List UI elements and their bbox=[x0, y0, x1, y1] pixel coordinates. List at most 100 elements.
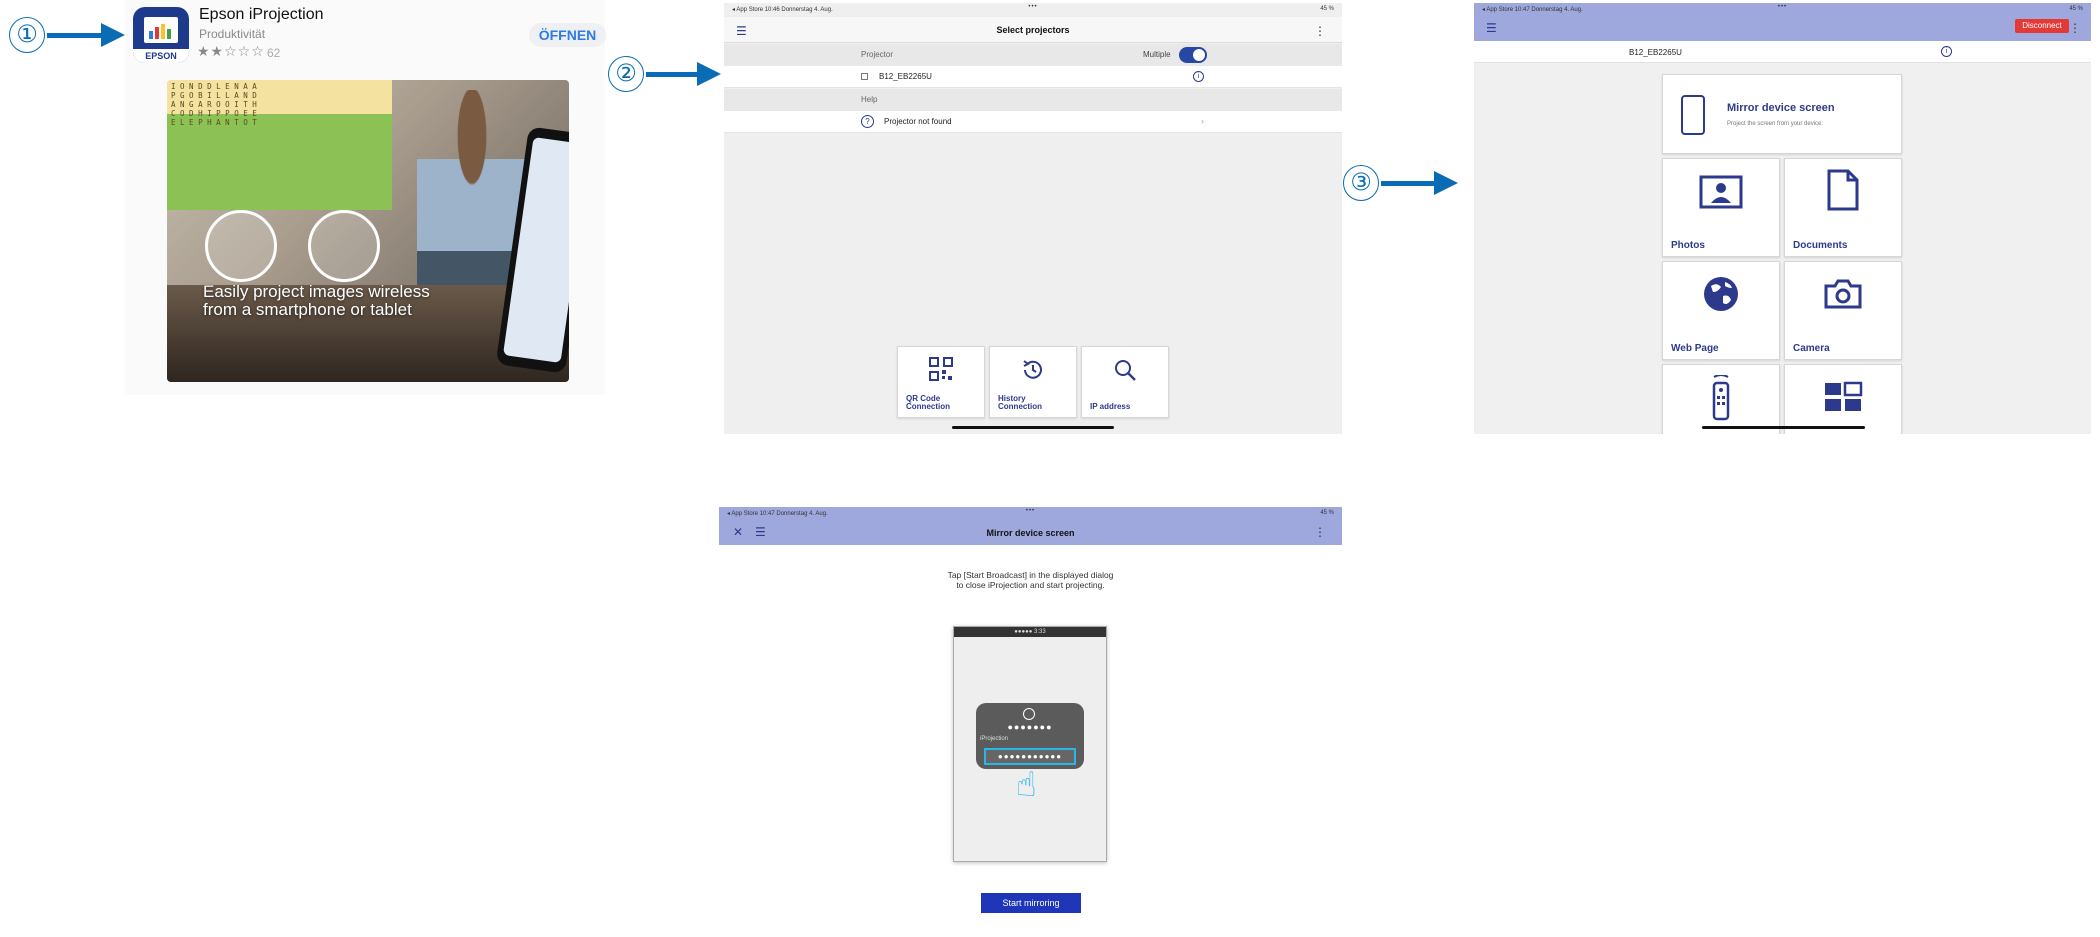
rating-stars: ★★☆☆☆ bbox=[197, 43, 265, 59]
history-icon bbox=[990, 357, 1076, 388]
dialog-title: ●●●●●●● bbox=[1007, 722, 1053, 732]
projector-row[interactable]: B12_EB2265U i bbox=[724, 66, 1342, 88]
app-store-listing: EPSON Epson iProjection Produktivität ★★… bbox=[125, 0, 606, 395]
app-category: Produktivität bbox=[199, 27, 266, 41]
record-icon bbox=[1023, 708, 1035, 720]
step-arrow-2 bbox=[646, 62, 721, 86]
more-options-icon[interactable]: ⋮ bbox=[1314, 525, 1326, 539]
select-projectors-screen: ◂ App Store 10:46 Donnerstag 4. Aug. •••… bbox=[724, 3, 1342, 434]
photo-icon bbox=[1663, 175, 1779, 214]
ip-address-label: IP address bbox=[1090, 402, 1131, 411]
word-puzzle-image: I O N D D L E N A A P G O B I L L A N D … bbox=[167, 80, 392, 210]
photos-label: Photos bbox=[1671, 240, 1705, 251]
status-center: ••• bbox=[1777, 4, 1788, 10]
nav-bar: ◂ App Store 10:47 Donnerstag 4. Aug. •••… bbox=[719, 507, 1342, 545]
app-screenshot-banner: I O N D D L E N A A P G O B I L L A N D … bbox=[167, 80, 569, 382]
web-page-label: Web Page bbox=[1671, 343, 1719, 354]
help-section-header: Help bbox=[724, 89, 1342, 111]
dialog-option: iProjection bbox=[980, 736, 1009, 742]
status-center: ••• bbox=[1025, 508, 1036, 514]
projector-icon bbox=[308, 210, 380, 282]
connected-projector-row: B12_EB2265U i bbox=[1474, 41, 2091, 63]
banner-caption-line1: Easily project images wireless bbox=[203, 282, 430, 301]
status-bar: ◂ App Store 10:47 Donnerstag 4. Aug. •••… bbox=[1474, 3, 2091, 17]
mirror-device-screen-button[interactable]: Mirror device screen Project the screen … bbox=[1662, 74, 1902, 154]
globe-icon bbox=[1663, 274, 1779, 319]
nav-bar: ☰ Select projectors ⋮ bbox=[724, 17, 1342, 43]
nav-bar: ◂ App Store 10:47 Donnerstag 4. Aug. •••… bbox=[1474, 3, 2091, 41]
projector-header-label: Projector bbox=[861, 50, 894, 59]
page-title: Mirror device screen bbox=[986, 528, 1075, 538]
qr-code-connection-button[interactable]: QR Code Connection bbox=[897, 346, 985, 418]
question-icon: ? bbox=[861, 115, 874, 128]
phone-status-bar: ●●●●● 3:33 bbox=[954, 627, 1106, 637]
projector-not-found-label: Projector not found bbox=[884, 117, 952, 126]
projector-section-header: Projector Multiple bbox=[724, 44, 1342, 66]
mirror-subtitle: Project the screen from your device. bbox=[1727, 121, 1824, 127]
app-icon[interactable]: EPSON bbox=[133, 7, 189, 63]
battery-status: 45 % bbox=[1320, 510, 1334, 516]
projector-name: B12_EB2265U bbox=[1629, 48, 1682, 57]
multiple-toggle[interactable] bbox=[1179, 47, 1207, 63]
info-icon[interactable]: i bbox=[1193, 71, 1204, 82]
camera-icon bbox=[1785, 278, 1901, 315]
instructions-line1: Tap [Start Broadcast] in the displayed d… bbox=[947, 570, 1114, 580]
word-puzzle-letters: I O N D D L E N A A P G O B I L L A N D … bbox=[171, 82, 257, 127]
step-marker-3: ③ bbox=[1343, 165, 1379, 201]
projector-checkbox[interactable] bbox=[861, 73, 868, 80]
remote-control-icon bbox=[1663, 374, 1779, 426]
phone-icon bbox=[1681, 95, 1705, 135]
status-bar: ◂ App Store 10:47 Donnerstag 4. Aug. •••… bbox=[719, 507, 1342, 521]
multiple-label: Multiple bbox=[1143, 50, 1171, 59]
projector-name: B12_EB2265U bbox=[879, 72, 932, 81]
menu-icon[interactable]: ☰ bbox=[1486, 21, 1497, 35]
banner-caption-line2: from a smartphone or tablet bbox=[203, 300, 412, 319]
tap-hand-icon: ☝ bbox=[1016, 766, 1037, 804]
qr-code-icon bbox=[898, 357, 984, 386]
tablet-icon bbox=[205, 210, 277, 282]
status-center: ••• bbox=[1028, 4, 1038, 10]
remote-button[interactable] bbox=[1662, 364, 1780, 434]
home-indicator bbox=[952, 426, 1114, 429]
camera-label: Camera bbox=[1793, 343, 1830, 354]
app-icon-label: EPSON bbox=[133, 49, 189, 63]
ip-address-button[interactable]: IP address bbox=[1081, 346, 1169, 418]
mirror-title: Mirror device screen bbox=[1727, 102, 1835, 114]
multi-display-button[interactable] bbox=[1784, 364, 1902, 434]
more-options-icon[interactable]: ⋮ bbox=[1314, 24, 1326, 38]
camera-button[interactable]: Camera bbox=[1784, 261, 1902, 360]
battery-status: 45 % bbox=[2069, 6, 2083, 12]
disconnect-button[interactable]: Disconnect bbox=[2015, 19, 2069, 33]
step-marker-1: ① bbox=[9, 17, 45, 53]
step-marker-2: ② bbox=[608, 56, 644, 92]
qr-code-connection-label: QR Code Connection bbox=[906, 395, 950, 411]
documents-button[interactable]: Documents bbox=[1784, 158, 1902, 257]
chevron-right-icon: › bbox=[1201, 116, 1204, 126]
app-title: Epson iProjection bbox=[199, 6, 324, 23]
documents-label: Documents bbox=[1793, 240, 1848, 251]
history-connection-label: History Connection bbox=[998, 395, 1042, 411]
status-bar: ◂ App Store 10:46 Donnerstag 4. Aug. •••… bbox=[724, 3, 1342, 17]
start-broadcast-illustration-button: ●●●●●●●●●●● bbox=[984, 748, 1076, 765]
history-connection-button[interactable]: History Connection bbox=[989, 346, 1077, 418]
battery-status: 45 % bbox=[1320, 6, 1334, 12]
projector-screen-icon bbox=[144, 17, 178, 43]
instructions: Tap [Start Broadcast] in the displayed d… bbox=[719, 570, 1342, 590]
broadcast-illustration: ●●●●● 3:33 ●●●●●●● iProjection ●●●●●●●●●… bbox=[953, 626, 1107, 862]
banner-caption: Easily project images wireless from a sm… bbox=[203, 283, 430, 319]
start-mirroring-button[interactable]: Start mirroring bbox=[981, 893, 1081, 913]
more-options-icon[interactable]: ⋮ bbox=[2069, 21, 2081, 35]
rating-count: 62 bbox=[267, 46, 281, 60]
step-arrow-1 bbox=[47, 23, 125, 47]
history-label-line2: Connection bbox=[998, 402, 1042, 411]
qr-label-line2: Connection bbox=[906, 402, 950, 411]
document-icon bbox=[1785, 169, 1901, 216]
photos-button[interactable]: Photos bbox=[1662, 158, 1780, 257]
broadcast-dialog: ●●●●●●● iProjection ●●●●●●●●●●● bbox=[976, 703, 1084, 769]
info-icon[interactable]: i bbox=[1941, 46, 1952, 57]
main-menu-screen: ◂ App Store 10:47 Donnerstag 4. Aug. •••… bbox=[1474, 3, 2091, 434]
page-title: Select projectors bbox=[996, 25, 1070, 35]
projector-not-found-row[interactable]: ? Projector not found › bbox=[724, 111, 1342, 133]
open-button[interactable]: ÖFFNEN bbox=[529, 23, 606, 47]
web-page-button[interactable]: Web Page bbox=[1662, 261, 1780, 360]
